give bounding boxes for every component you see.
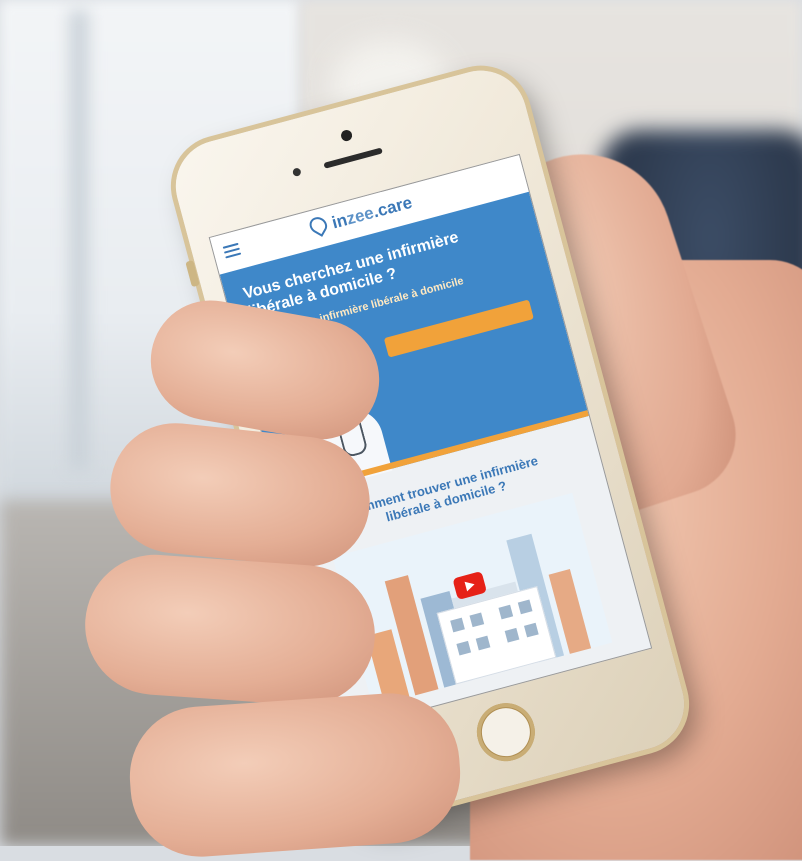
- ring-finger: [80, 550, 380, 710]
- little-finger: [125, 688, 465, 861]
- blurred-window-frame: [70, 10, 88, 470]
- logo-suffix: .care: [370, 192, 415, 222]
- location-pin-icon: [306, 213, 331, 237]
- hamburger-menu-icon[interactable]: [222, 242, 242, 259]
